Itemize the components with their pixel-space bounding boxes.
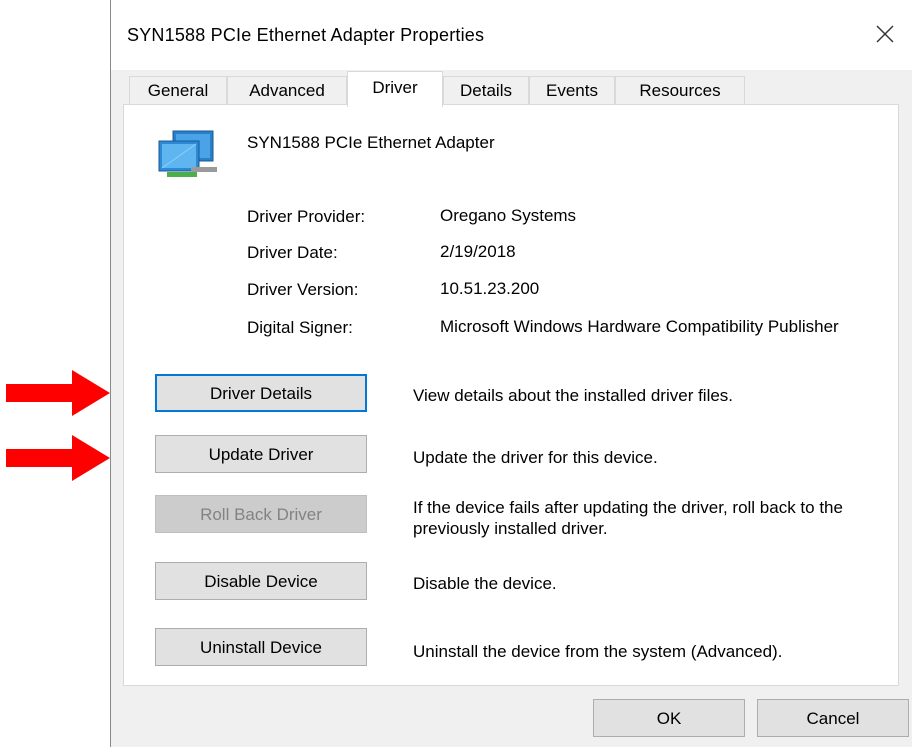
driver-provider-label: Driver Provider: (247, 207, 366, 226)
red-arrow-icon (6, 435, 110, 481)
tab-driver[interactable]: Driver (347, 71, 443, 107)
driver-date-value: 2/19/2018 (440, 242, 516, 261)
red-arrow-icon (6, 370, 110, 416)
update-driver-button[interactable]: Update Driver (155, 435, 367, 473)
tab-general[interactable]: General (129, 76, 227, 104)
close-icon[interactable] (875, 24, 895, 44)
driver-tab-panel: SYN1588 PCIe Ethernet Adapter Driver Pro… (123, 104, 899, 686)
network-adapter-icon (158, 130, 217, 177)
driver-details-description: View details about the installed driver … (413, 386, 734, 405)
driver-version-label: Driver Version: (247, 280, 359, 299)
tab-resources[interactable]: Resources (615, 76, 745, 104)
digital-signer-label: Digital Signer: (247, 318, 353, 337)
tab-advanced[interactable]: Advanced (227, 76, 347, 104)
roll-back-driver-button: Roll Back Driver (155, 495, 367, 533)
tab-events[interactable]: Events (529, 76, 615, 104)
ok-button[interactable]: OK (593, 699, 745, 737)
driver-version-value: 10.51.23.200 (440, 279, 540, 298)
cancel-button[interactable]: Cancel (757, 699, 909, 737)
digital-signer-value: Microsoft Windows Hardware Compatibility… (440, 317, 839, 336)
uninstall-device-button[interactable]: Uninstall Device (155, 628, 367, 666)
uninstall-device-description: Uninstall the device from the system (Ad… (413, 642, 783, 661)
driver-details-button[interactable]: Driver Details (155, 374, 367, 412)
roll-back-driver-description: If the device fails after updating the d… (413, 498, 843, 538)
disable-device-button[interactable]: Disable Device (155, 562, 367, 600)
driver-provider-value: Oregano Systems (440, 206, 577, 225)
tab-details[interactable]: Details (443, 76, 529, 104)
device-name: SYN1588 PCIe Ethernet Adapter (247, 133, 495, 152)
disable-device-description: Disable the device. (413, 574, 557, 593)
driver-date-label: Driver Date: (247, 243, 338, 262)
update-driver-description: Update the driver for this device. (413, 448, 658, 467)
properties-dialog: SYN1588 PCIe Ethernet Adapter Properties… (110, 0, 912, 747)
title-bar: SYN1588 PCIe Ethernet Adapter Properties (111, 0, 912, 70)
window-title: SYN1588 PCIe Ethernet Adapter Properties (127, 25, 485, 45)
